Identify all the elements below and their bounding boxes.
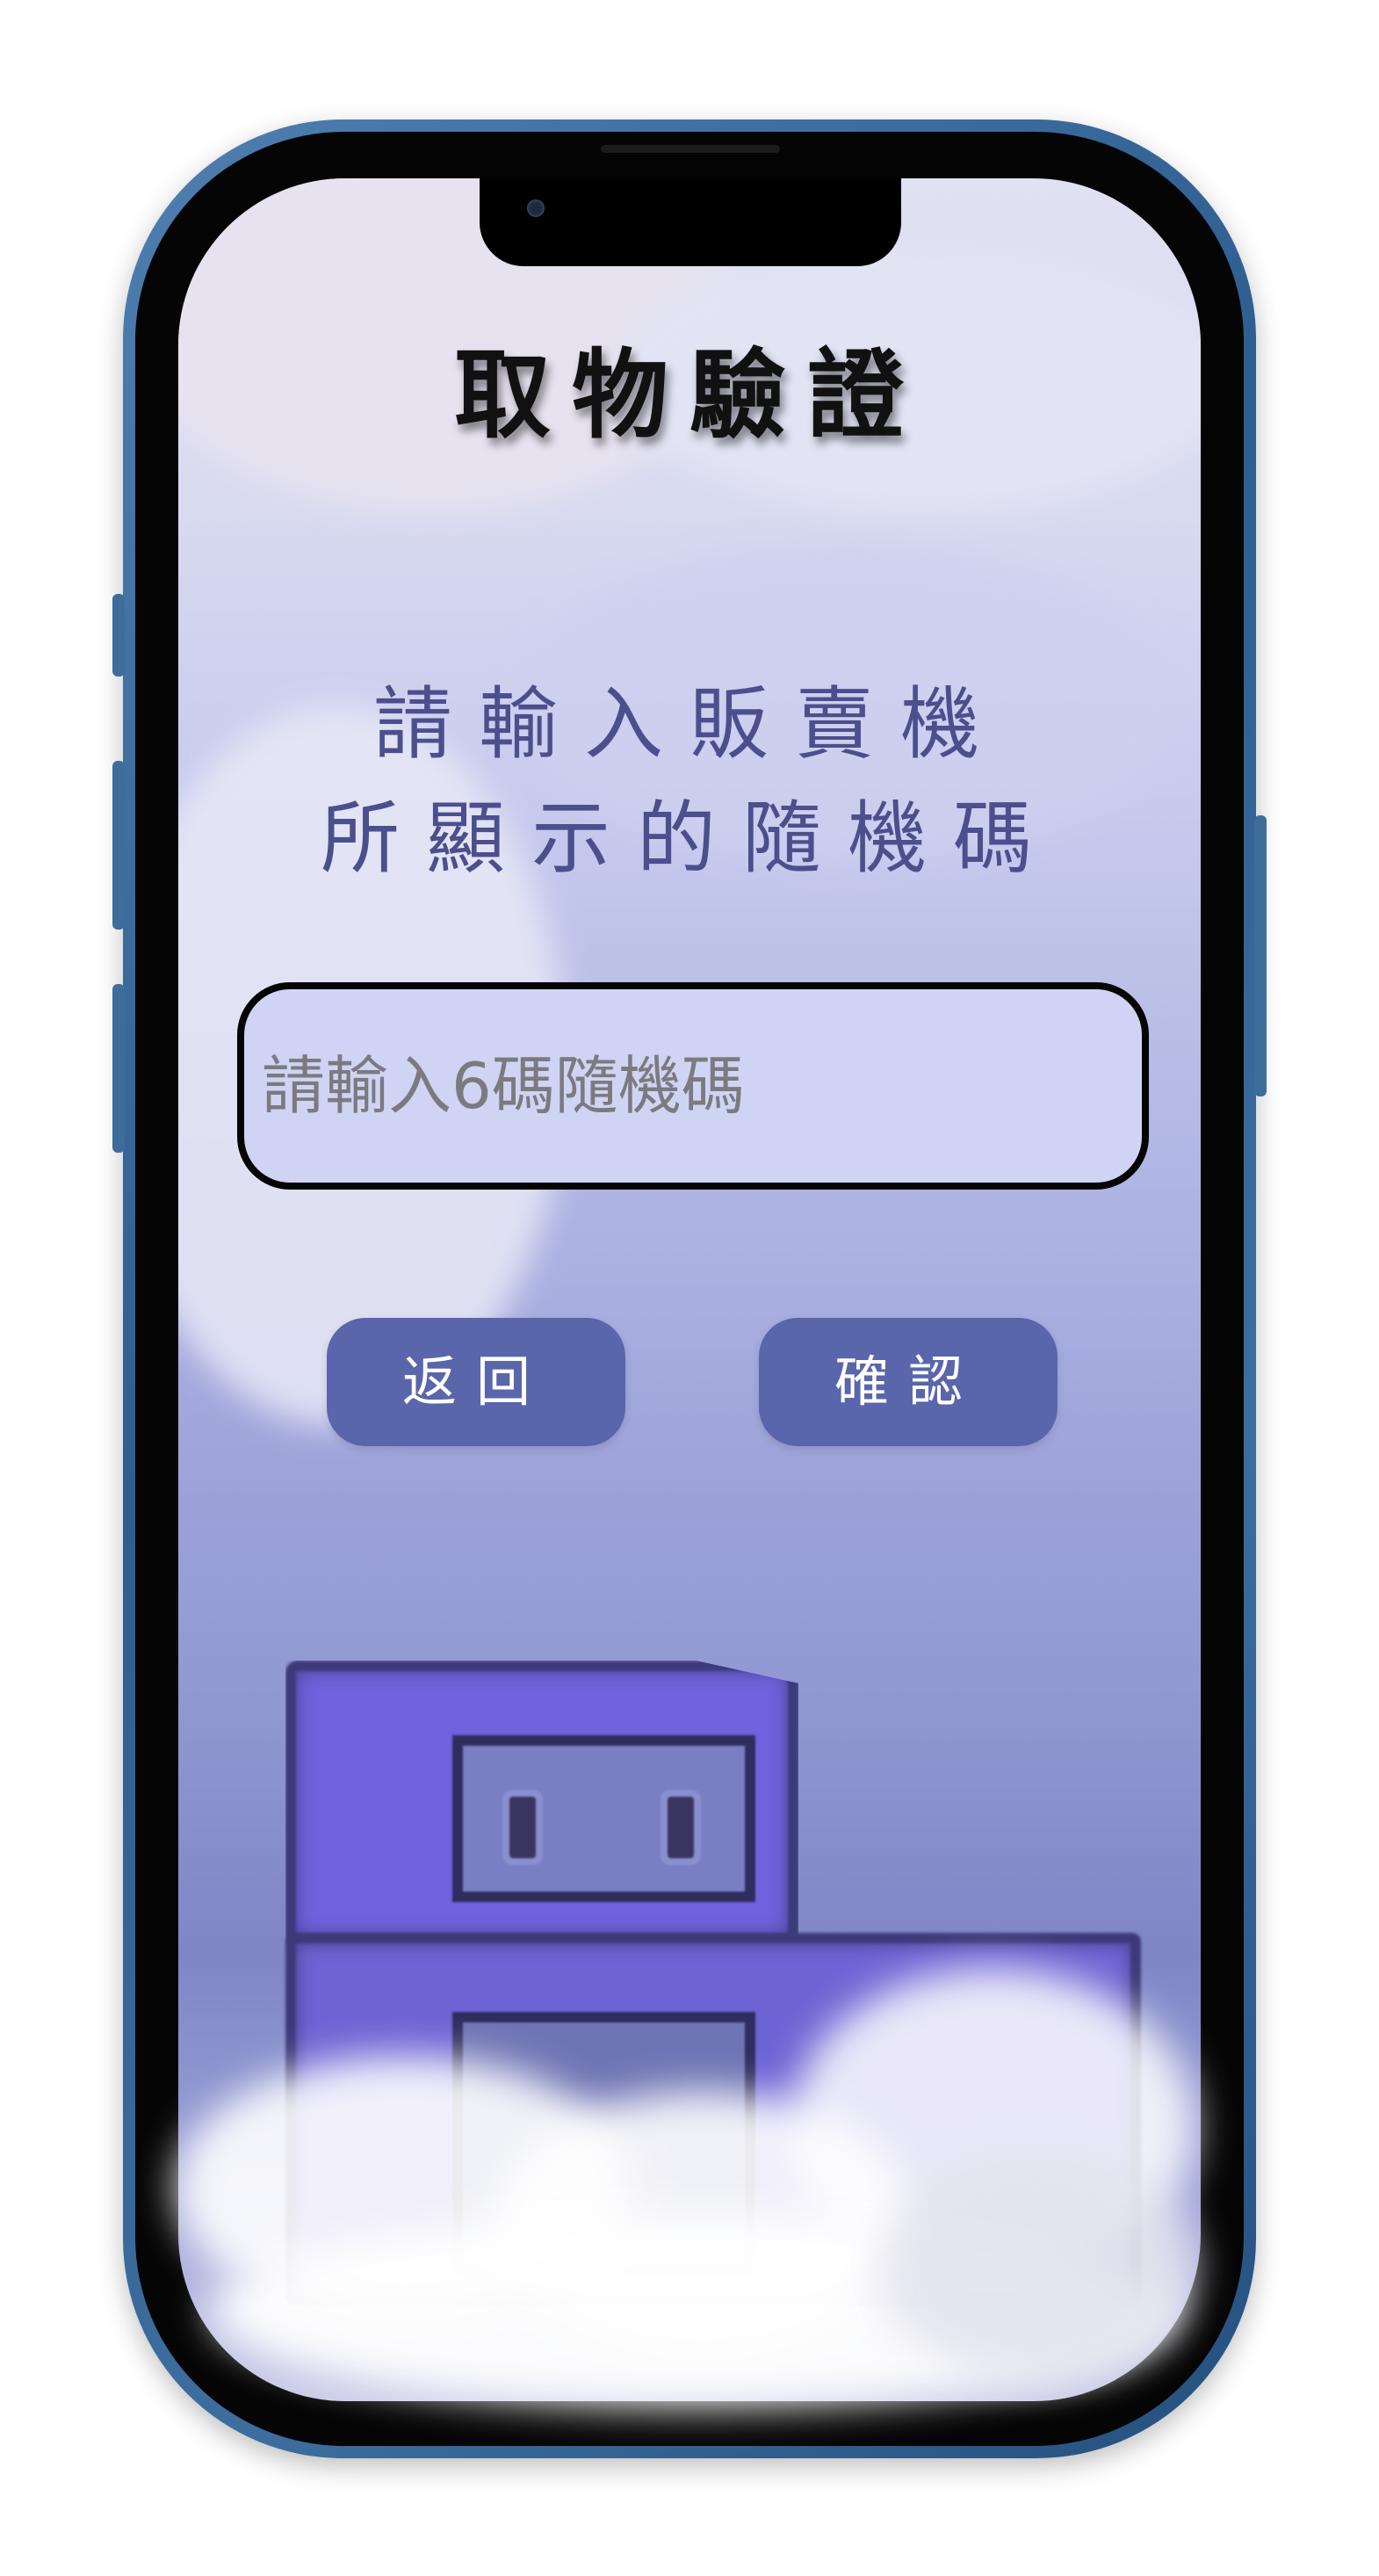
front-camera-icon bbox=[527, 199, 545, 217]
volume-up-button bbox=[112, 761, 125, 930]
notch bbox=[480, 178, 901, 266]
instruction-line-2: 所顯示的隨機碼 bbox=[321, 792, 1058, 885]
back-button[interactable]: 返回 bbox=[327, 1318, 625, 1446]
speaker-grille bbox=[601, 145, 780, 153]
page-title: 取物驗證 bbox=[454, 339, 925, 452]
instruction-text: 請輸入販賣機 所顯示的隨機碼 bbox=[178, 668, 1201, 896]
page: 取物驗證 請輸入販賣機 所顯示的隨機碼 返回 確認 bbox=[0, 0, 1379, 2576]
confirm-button[interactable]: 確認 bbox=[759, 1318, 1058, 1446]
instruction-line-1: 請輸入販賣機 bbox=[373, 678, 1006, 771]
robot-right-eye bbox=[668, 1797, 694, 1858]
cloud-puff bbox=[878, 2153, 1195, 2381]
robot-left-eye bbox=[509, 1797, 536, 1858]
silent-switch bbox=[112, 594, 125, 677]
power-button bbox=[1254, 815, 1267, 1096]
robot-face bbox=[452, 1735, 755, 1902]
volume-down-button bbox=[112, 984, 125, 1153]
random-code-input[interactable] bbox=[237, 982, 1149, 1190]
